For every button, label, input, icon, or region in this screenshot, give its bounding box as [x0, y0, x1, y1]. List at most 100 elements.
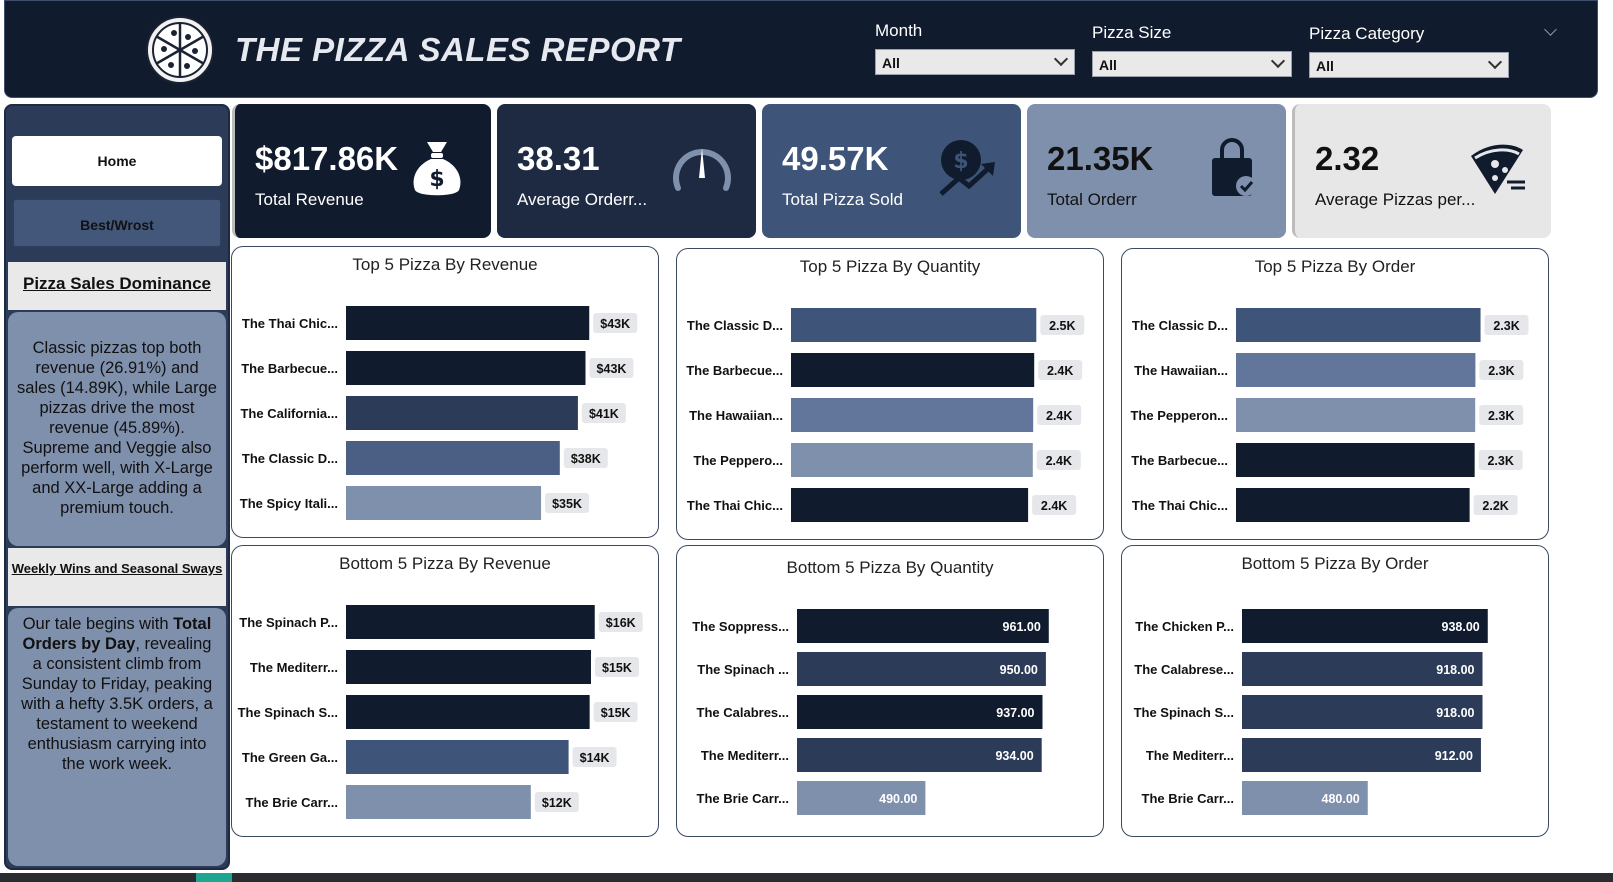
report-header: THE PIZZA SALES REPORT Month All Pizza S…: [4, 0, 1598, 98]
data-label: $16K: [606, 616, 636, 630]
chart-svg: The Soppress... 961.00 The Spinach ... 950.…: [692, 609, 1049, 815]
category-label: The Brie Carr...: [1142, 791, 1234, 806]
pizza-category-dropdown-value: All: [1316, 58, 1334, 74]
data-label: 912.00: [1435, 749, 1473, 763]
weekly-wins-title: Weekly Wins and Seasonal Sways: [8, 548, 226, 606]
data-label: $12K: [542, 796, 572, 810]
category-label: The Thai Chic...: [1132, 498, 1228, 513]
month-dropdown[interactable]: All: [875, 49, 1075, 75]
bar: [1236, 398, 1476, 432]
bar: [1236, 308, 1481, 342]
data-label: 918.00: [1436, 706, 1474, 720]
weekly-wins-text-end: , revealing a consistent climb from Sund…: [21, 635, 213, 773]
month-filter-label: Month: [875, 21, 923, 40]
chart-top5-order: Top 5 Pizza By Order The Classic D... 2.3…: [1121, 248, 1549, 540]
shopping-bag-icon: [1212, 138, 1256, 196]
kpi-label: Total Revenue: [255, 190, 364, 209]
svg-text:$: $: [953, 149, 968, 174]
data-label: $14K: [580, 751, 610, 765]
bar: [346, 785, 531, 819]
data-label: $43K: [600, 317, 630, 331]
bar: [346, 650, 591, 684]
data-label: 2.4K: [1047, 364, 1073, 378]
kpi-total-revenue: $817.86K Total Revenue $: [232, 104, 491, 238]
home-button[interactable]: Home: [12, 136, 222, 186]
category-label: The Hawaiian...: [1134, 363, 1228, 378]
chart-top5-quantity: Top 5 Pizza By Quantity The Classic D...…: [676, 248, 1104, 540]
collapse-chevron-icon[interactable]: [1544, 23, 1557, 36]
gauge-icon: [673, 148, 731, 191]
category-label: The Mediterr...: [250, 660, 338, 675]
kpi-total-order: 21.35K Total Orderr: [1027, 104, 1286, 238]
category-label: The Barbecue...: [241, 361, 338, 376]
data-label: 2.4K: [1046, 454, 1072, 468]
category-label: The Spinach ...: [697, 662, 789, 677]
chart-svg: The Chicken P... 938.00 The Calabrese... 91…: [1134, 609, 1488, 815]
bar: [346, 306, 590, 340]
bar: [791, 488, 1029, 522]
bar: [346, 605, 595, 639]
pizza-category-filter-label: Pizza Category: [1309, 24, 1425, 43]
category-label: The Brie Carr...: [697, 791, 789, 806]
bar: [1236, 353, 1476, 387]
category-label: The Mediterr...: [1146, 748, 1234, 763]
chevron-down-icon: [1487, 54, 1503, 70]
weekly-wins-text: Our tale begins with Total Orders by Day…: [8, 608, 226, 866]
report-title: THE PIZZA SALES REPORT: [235, 31, 681, 68]
chart-bottom5-quantity: Bottom 5 Pizza By Quantity The Soppress.…: [676, 545, 1104, 837]
category-label: The Pepperon...: [1130, 408, 1228, 423]
data-label: 480.00: [1322, 792, 1360, 806]
kpi-value: 38.31: [517, 140, 600, 177]
bar: [791, 308, 1037, 342]
data-label: 938.00: [1442, 620, 1480, 634]
category-label: The Spinach P...: [239, 615, 338, 630]
kpi-label: Total Orderr: [1047, 190, 1137, 209]
chart-svg: The Classic D... 2.5K The Barbecue... 2.4K T…: [686, 308, 1085, 522]
data-label: $43K: [597, 362, 627, 376]
category-label: The Thai Chic...: [687, 498, 783, 513]
bar: [791, 353, 1035, 387]
kpi-label: Total Pizza Sold: [782, 190, 903, 209]
bar: [346, 441, 560, 475]
category-label: The Calabres...: [697, 705, 789, 720]
bar: [346, 351, 586, 385]
best-worst-button[interactable]: Best/Wrost: [12, 198, 222, 248]
pizza-category-dropdown[interactable]: All: [1309, 52, 1509, 78]
data-label: 2.4K: [1041, 499, 1067, 513]
page-tab-indicator[interactable]: [196, 873, 232, 882]
kpi-value: $817.86K: [255, 140, 399, 177]
bar: [791, 398, 1034, 432]
category-label: The Classic D...: [242, 451, 338, 466]
data-label: 2.3K: [1487, 454, 1513, 468]
category-label: The Classic D...: [687, 318, 783, 333]
pizza-size-filter-label: Pizza Size: [1092, 23, 1172, 42]
data-label: $15K: [602, 661, 632, 675]
pizza-size-dropdown[interactable]: All: [1092, 51, 1292, 77]
data-label: 950.00: [1000, 663, 1038, 677]
category-label: The Brie Carr...: [246, 795, 338, 810]
data-label: 2.3K: [1488, 364, 1514, 378]
weekly-wins-text-start: Our tale begins with: [22, 615, 174, 633]
data-label: 490.00: [879, 792, 917, 806]
kpi-value: 49.57K: [782, 140, 889, 177]
data-label: 934.00: [995, 749, 1033, 763]
svg-text:$: $: [429, 167, 444, 192]
category-label: The Spinach S...: [1134, 705, 1234, 720]
chevron-down-icon: [1270, 53, 1286, 69]
bar: [346, 740, 569, 774]
category-label: The Calabrese...: [1134, 662, 1234, 677]
kpi-value: 2.32: [1315, 140, 1380, 177]
money-bag-icon: $: [413, 142, 461, 196]
category-label: The Soppress...: [692, 619, 789, 634]
month-dropdown-value: All: [882, 55, 900, 71]
kpi-label: Average Orderr...: [517, 190, 648, 209]
category-label: The Spicy Itali...: [240, 496, 338, 511]
data-label: $38K: [571, 452, 601, 466]
data-label: 2.4K: [1046, 409, 1072, 423]
bottom-strip: [0, 873, 1613, 882]
category-label: The Hawaiian...: [689, 408, 783, 423]
category-label: The Peppero...: [693, 453, 783, 468]
data-label: 2.5K: [1049, 319, 1075, 333]
category-label: The Classic D...: [1132, 318, 1228, 333]
category-label: The Spinach S...: [238, 705, 338, 720]
